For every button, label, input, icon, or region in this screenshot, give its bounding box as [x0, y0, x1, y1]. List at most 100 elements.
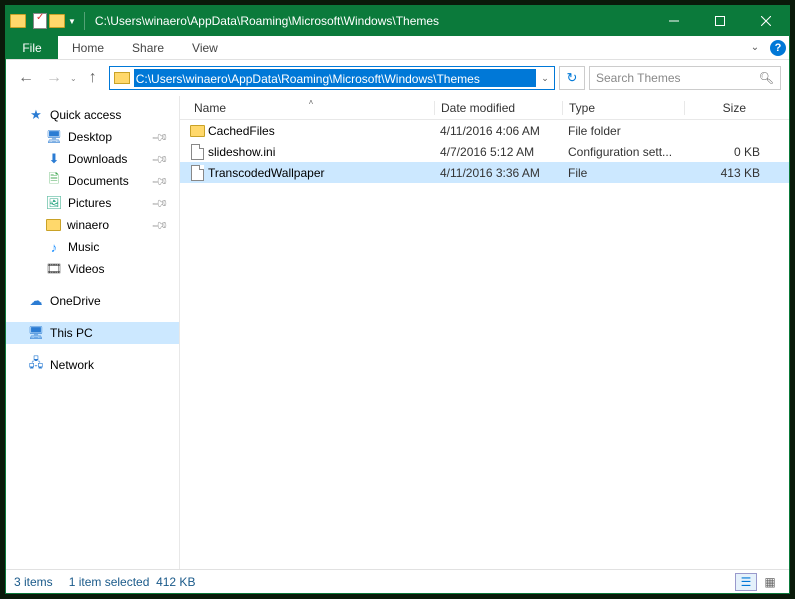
column-headers: ˄Name Date modified Type Size — [180, 96, 789, 120]
file-row[interactable]: TranscodedWallpaper 4/11/2016 3:36 AM Fi… — [180, 162, 789, 183]
search-input[interactable]: Search Themes 🔍︎ — [589, 66, 781, 90]
column-date[interactable]: Date modified — [434, 101, 562, 115]
pin-icon: 📌︎ — [150, 150, 169, 169]
folder-icon — [188, 125, 206, 137]
qat-dropdown-icon[interactable]: ▼ — [68, 17, 76, 26]
quick-access-toolbar: ▼ — [6, 13, 80, 29]
pin-icon: 📌︎ — [150, 128, 169, 147]
cloud-icon: ☁ — [28, 293, 44, 309]
column-type[interactable]: Type — [562, 101, 684, 115]
music-icon: ♪ — [46, 239, 62, 255]
label: Network — [50, 358, 94, 372]
file-row[interactable]: slideshow.ini 4/7/2016 5:12 AM Configura… — [180, 141, 789, 162]
pc-icon: 🖥 — [28, 325, 44, 341]
downloads-icon: ⬇ — [46, 151, 62, 167]
label: Desktop — [68, 130, 112, 144]
tab-view[interactable]: View — [178, 36, 232, 59]
label: Pictures — [68, 196, 111, 210]
window-title: C:\Users\winaero\AppData\Roaming\Microso… — [89, 14, 651, 28]
network-icon: 🖧 — [28, 357, 44, 373]
address-dropdown-icon[interactable]: ⌄ — [536, 73, 554, 84]
ribbon-tabs: File Home Share View ⌄ ? — [6, 36, 789, 60]
title-bar[interactable]: ▼ C:\Users\winaero\AppData\Roaming\Micro… — [6, 6, 789, 36]
file-type: File folder — [562, 124, 684, 138]
file-row[interactable]: CachedFiles 4/11/2016 4:06 AM File folde… — [180, 120, 789, 141]
folder-icon — [46, 219, 61, 231]
forward-button[interactable]: → — [42, 66, 66, 90]
sidebar-item-winaero[interactable]: winaero📌︎ — [6, 214, 179, 236]
file-list-pane: ˄Name Date modified Type Size CachedFile… — [180, 96, 789, 569]
desktop-icon: 🖥 — [46, 129, 62, 145]
file-type: Configuration sett... — [562, 145, 684, 159]
status-selection: 1 item selected 412 KB — [69, 575, 196, 589]
pin-icon: 📌︎ — [150, 216, 169, 235]
window-controls — [651, 6, 789, 36]
file-date: 4/11/2016 4:06 AM — [434, 124, 562, 138]
file-size: 413 KB — [684, 166, 760, 180]
pictures-icon: 🖼 — [46, 195, 62, 211]
navigation-bar: ← → ⌄ ↑ C:\Users\winaero\AppData\Roaming… — [6, 60, 789, 96]
sidebar-item-pictures[interactable]: 🖼 Pictures 📌︎ — [6, 192, 179, 214]
sidebar-item-downloads[interactable]: ⬇ Downloads 📌︎ — [6, 148, 179, 170]
sidebar-item-desktop[interactable]: 🖥 Desktop 📌︎ — [6, 126, 179, 148]
tab-home[interactable]: Home — [58, 36, 118, 59]
label: Documents — [68, 174, 129, 188]
sidebar-item-music[interactable]: ♪Music — [6, 236, 179, 258]
column-size[interactable]: Size — [684, 101, 764, 115]
pin-icon: 📌︎ — [150, 172, 169, 191]
address-input[interactable]: C:\Users\winaero\AppData\Roaming\Microso… — [134, 69, 536, 87]
documents-icon: 🗎 — [46, 173, 62, 189]
label: This PC — [50, 326, 93, 340]
up-button[interactable]: ↑ — [81, 66, 105, 90]
view-switcher: ☰ ▦ — [735, 573, 781, 591]
file-size: 0 KB — [684, 145, 760, 159]
file-icon — [188, 144, 206, 160]
file-name: TranscodedWallpaper — [206, 166, 434, 180]
file-type: File — [562, 166, 684, 180]
refresh-button[interactable]: ↻ — [559, 66, 585, 90]
folder-icon — [114, 72, 130, 84]
minimize-button[interactable] — [651, 6, 697, 36]
sidebar-item-documents[interactable]: 🗎 Documents 📌︎ — [6, 170, 179, 192]
search-placeholder: Search Themes — [596, 71, 681, 85]
ribbon-expand-icon[interactable]: ⌄ — [743, 36, 767, 59]
label: OneDrive — [50, 294, 101, 308]
file-name: slideshow.ini — [206, 145, 434, 159]
pin-icon: 📌︎ — [150, 194, 169, 213]
sidebar-quick-access[interactable]: ★Quick access — [6, 104, 179, 126]
sidebar-network[interactable]: 🖧 Network — [6, 354, 179, 376]
sidebar-onedrive[interactable]: ☁ OneDrive — [6, 290, 179, 312]
help-button[interactable]: ? — [767, 36, 789, 59]
sort-asc-icon: ˄ — [309, 98, 314, 107]
file-rows[interactable]: CachedFiles 4/11/2016 4:06 AM File folde… — [180, 120, 789, 569]
label: Videos — [68, 262, 104, 276]
search-icon: 🔍︎ — [759, 71, 774, 85]
back-button[interactable]: ← — [14, 66, 38, 90]
details-view-button[interactable]: ☰ — [735, 573, 757, 591]
spacer — [232, 36, 743, 59]
column-name[interactable]: ˄Name — [188, 101, 434, 115]
status-bar: 3 items 1 item selected 412 KB ☰ ▦ — [6, 569, 789, 593]
address-bar[interactable]: C:\Users\winaero\AppData\Roaming\Microso… — [109, 66, 555, 90]
body: ★Quick access 🖥 Desktop 📌︎ ⬇ Downloads 📌︎ 🗎 D… — [6, 96, 789, 569]
divider — [84, 12, 85, 30]
label: Downloads — [68, 152, 127, 166]
close-button[interactable] — [743, 6, 789, 36]
maximize-button[interactable] — [697, 6, 743, 36]
navigation-pane[interactable]: ★Quick access 🖥 Desktop 📌︎ ⬇ Downloads 📌︎ 🗎 D… — [6, 96, 180, 569]
history-dropdown-icon[interactable]: ⌄ — [70, 74, 77, 83]
icons-view-button[interactable]: ▦ — [759, 573, 781, 591]
label: Quick access — [50, 108, 121, 122]
tab-file[interactable]: File — [6, 36, 58, 59]
explorer-window: ▼ C:\Users\winaero\AppData\Roaming\Micro… — [5, 5, 790, 594]
file-date: 4/11/2016 3:36 AM — [434, 166, 562, 180]
videos-icon: 🎞 — [46, 261, 62, 277]
sidebar-this-pc[interactable]: 🖥 This PC — [6, 322, 179, 344]
properties-icon[interactable] — [33, 13, 47, 29]
tab-share[interactable]: Share — [118, 36, 178, 59]
help-icon: ? — [770, 40, 786, 56]
folder-icon — [10, 14, 26, 28]
sidebar-item-videos[interactable]: 🎞 Videos — [6, 258, 179, 280]
file-date: 4/7/2016 5:12 AM — [434, 145, 562, 159]
new-folder-icon[interactable] — [49, 14, 65, 28]
